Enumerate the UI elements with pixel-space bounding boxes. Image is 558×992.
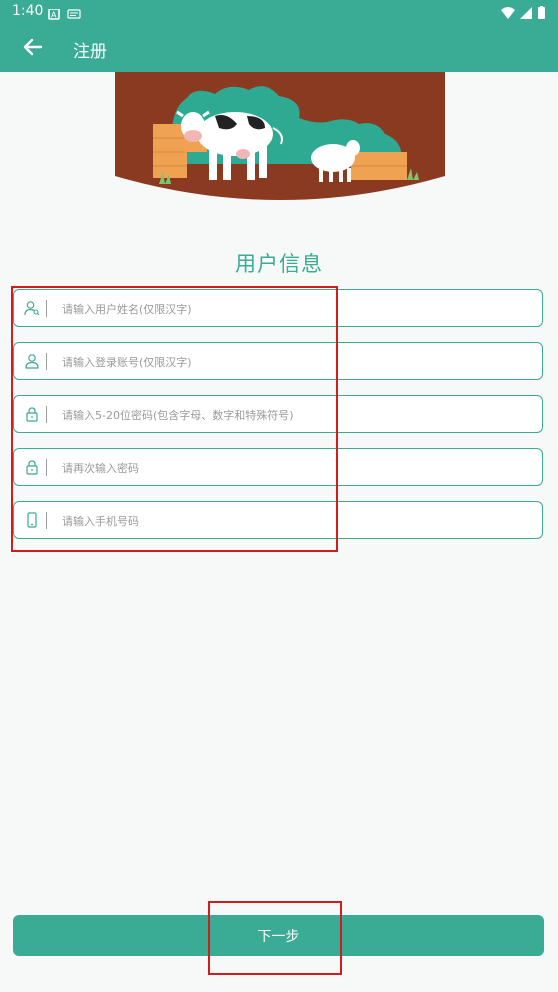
password-field[interactable]	[13, 395, 543, 434]
app-bar: 注册	[0, 24, 558, 72]
arrow-back-icon	[23, 38, 43, 56]
wifi-icon	[501, 7, 515, 19]
battery-icon	[538, 7, 545, 19]
password-input[interactable]	[60, 396, 534, 434]
svg-text:A: A	[51, 11, 57, 20]
field-divider	[46, 459, 47, 476]
signal-icon	[520, 7, 532, 19]
account-field[interactable]	[13, 342, 543, 381]
user-search-icon	[24, 301, 40, 316]
system-icons	[500, 5, 548, 24]
status-time: 1:40	[12, 3, 44, 19]
username-input[interactable]	[60, 290, 534, 328]
page-title: 注册	[73, 42, 107, 62]
lock-icon	[26, 460, 38, 475]
user-icon	[25, 354, 39, 369]
field-divider	[46, 353, 47, 370]
confirm-password-input[interactable]	[60, 449, 534, 487]
phone-icon	[27, 512, 37, 528]
username-field[interactable]	[13, 289, 543, 328]
field-divider	[46, 512, 47, 529]
next-button[interactable]: 下一步	[13, 915, 544, 956]
status-bar: 1:40 A	[0, 0, 558, 24]
field-divider	[46, 300, 47, 317]
lock-icon	[26, 407, 38, 422]
account-input[interactable]	[60, 343, 534, 381]
notification-icons: A	[48, 6, 84, 25]
field-divider	[46, 406, 47, 423]
phone-field[interactable]	[13, 501, 543, 540]
back-button[interactable]	[14, 30, 50, 66]
confirm-password-field[interactable]	[13, 448, 543, 487]
farm-banner-illustration	[115, 72, 445, 200]
section-title: 用户信息	[235, 252, 323, 276]
phone-input[interactable]	[60, 502, 534, 540]
